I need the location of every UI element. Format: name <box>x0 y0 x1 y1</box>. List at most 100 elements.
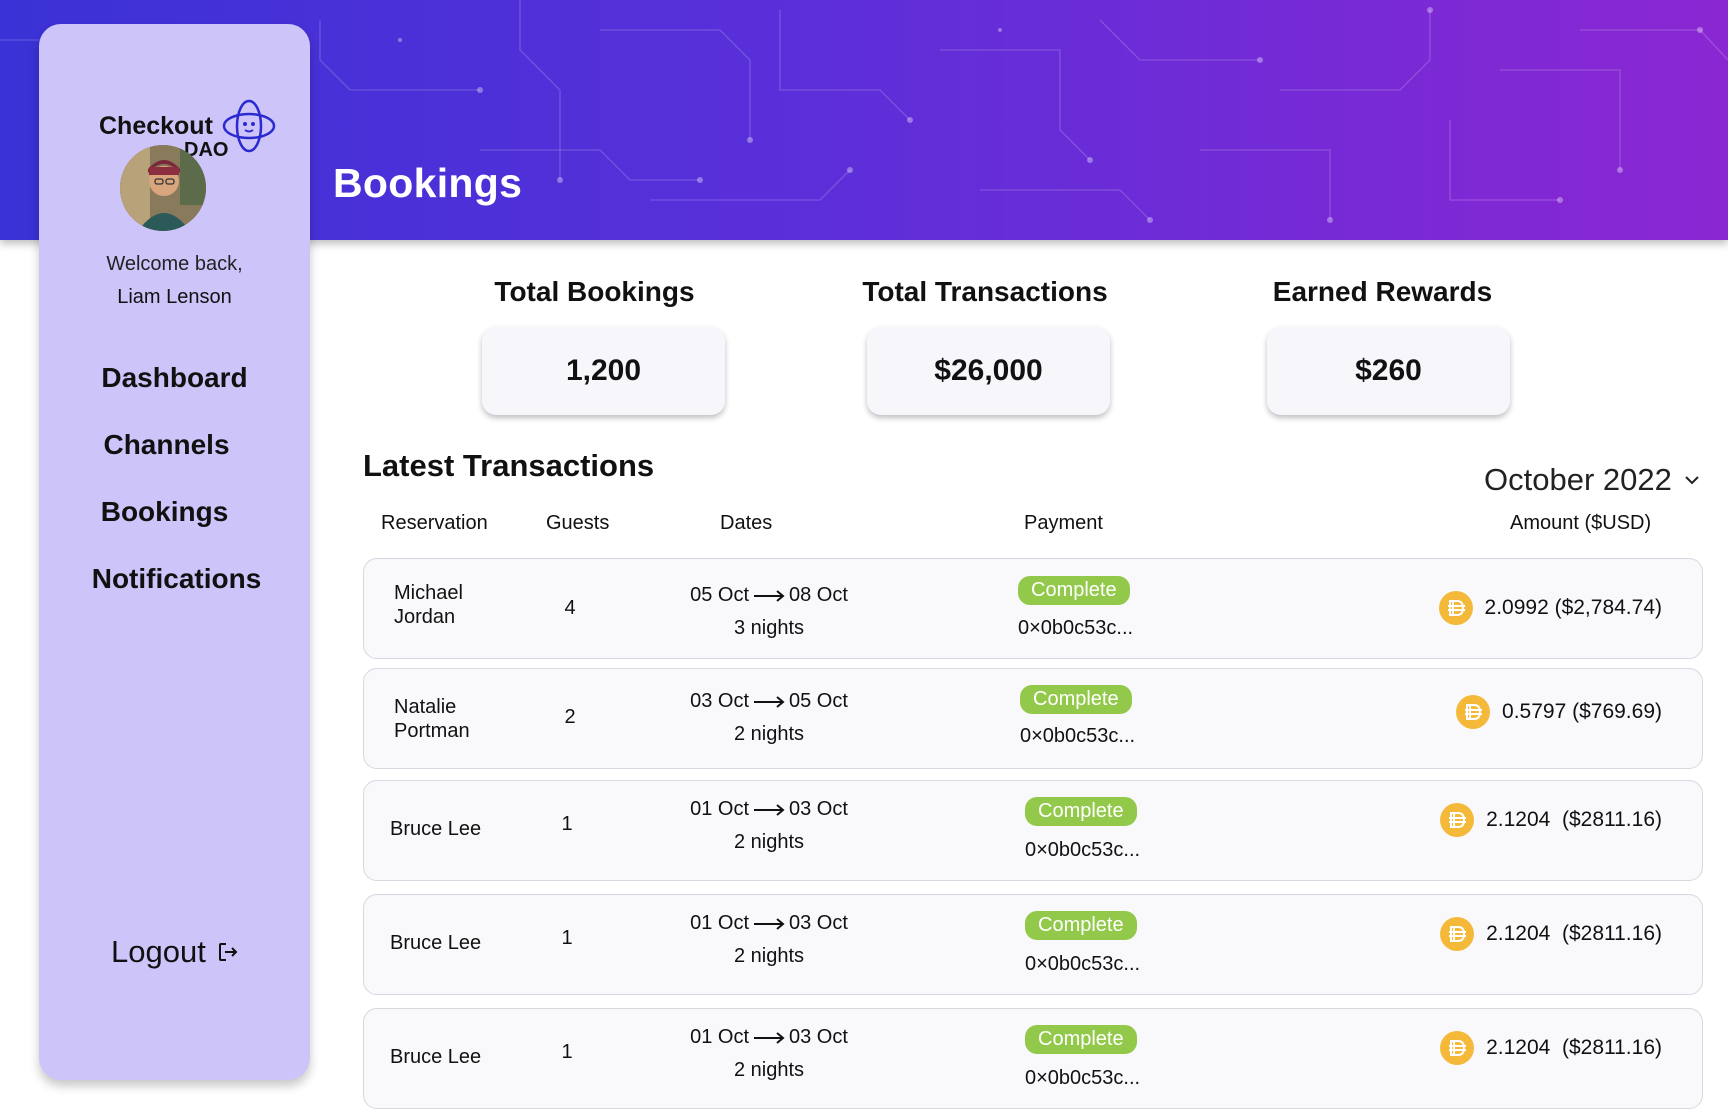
stat-value-total-bookings: 1,200 <box>565 354 642 387</box>
month-selector[interactable]: October 2022 <box>1484 462 1700 498</box>
date-to: 08 Oct <box>789 584 848 606</box>
amount-value: 2.1204 ($2811.16) <box>1486 1036 1662 1059</box>
dai-coin-icon <box>1456 695 1491 729</box>
stat-card-earned-rewards: $260 <box>1267 327 1510 415</box>
guest-count: 1 <box>561 927 573 949</box>
reservation-last-name: Portman <box>394 720 470 742</box>
status-badge: Complete <box>1020 685 1132 714</box>
logo-text: Checkout <box>99 112 213 140</box>
table-row[interactable]: Michael Jordan 4 05 Oct 08 Oct 3 nights C… <box>363 558 1703 659</box>
date-to: 03 Oct <box>789 798 848 820</box>
column-header-amount: Amount ($USD) <box>1510 512 1652 534</box>
table-row[interactable]: Natalie Portman 2 03 Oct 05 Oct 2 nights … <box>363 668 1703 769</box>
nights: 2 nights <box>733 945 805 967</box>
reservation-first-name: Bruce Lee <box>390 818 482 840</box>
transaction-hash[interactable]: 0×0b0c53c... <box>1025 1067 1140 1090</box>
reservation-name: Bruce Lee <box>390 1045 530 1069</box>
amount: 2.1204 ($2811.16) <box>1440 917 1662 951</box>
date-range: 01 Oct 03 Oct 2 nights <box>669 793 869 859</box>
status-badge: Complete <box>1025 797 1137 826</box>
sidebar: Checkout DAO Welcome back, Liam Lenson D… <box>39 24 310 1080</box>
status-badge: Complete <box>1025 911 1137 940</box>
amount-value: 0.5797 ($769.69) <box>1502 700 1662 723</box>
amount-value: 2.1204 ($2811.16) <box>1486 922 1662 945</box>
sidebar-item-notifications[interactable]: Notifications <box>41 563 312 595</box>
reservation-first-name: Bruce Lee <box>390 932 482 954</box>
arrow-right-icon <box>754 695 785 708</box>
nights: 2 nights <box>733 723 805 745</box>
status-badge: Complete <box>1025 1025 1137 1054</box>
logout-label: Logout <box>111 934 206 969</box>
month-value: October 2022 <box>1484 462 1672 497</box>
column-header-dates: Dates <box>720 512 773 534</box>
date-range: 03 Oct 05 Oct 2 nights <box>669 685 869 751</box>
reservation-last-name: Jordan <box>394 606 456 628</box>
date-from: 05 Oct <box>690 584 749 606</box>
nights: 2 nights <box>733 831 805 853</box>
avatar[interactable] <box>120 145 206 231</box>
amount: 2.1204 ($2811.16) <box>1440 803 1662 837</box>
stat-card-total-bookings: 1,200 <box>482 327 725 415</box>
reservation-name: Bruce Lee <box>390 931 530 955</box>
amount: 2.0992 ($2,784.74) <box>1438 591 1662 625</box>
chevron-down-icon <box>1685 476 1699 485</box>
amount: 2.1204 ($2811.16) <box>1440 1031 1662 1065</box>
dai-coin-icon <box>1440 803 1475 837</box>
date-from: 01 Oct <box>690 912 749 934</box>
nights: 3 nights <box>733 617 805 639</box>
transaction-hash[interactable]: 0×0b0c53c... <box>1018 617 1133 640</box>
date-range: 01 Oct 03 Oct 2 nights <box>669 907 869 973</box>
sidebar-item-bookings[interactable]: Bookings <box>29 496 300 528</box>
dai-coin-icon <box>1440 917 1475 951</box>
app-logo[interactable]: Checkout DAO <box>99 76 279 161</box>
transaction-hash[interactable]: 0×0b0c53c... <box>1020 725 1135 748</box>
date-to: 03 Oct <box>789 1026 848 1048</box>
date-range: 05 Oct 08 Oct 3 nights <box>669 579 869 645</box>
transaction-hash[interactable]: 0×0b0c53c... <box>1025 839 1140 862</box>
stat-card-total-transactions: $26,000 <box>867 327 1110 415</box>
guest-count: 2 <box>564 706 576 728</box>
table-row[interactable]: Bruce Lee 1 01 Oct 03 Oct 2 nights Comple… <box>363 780 1703 881</box>
dai-coin-icon <box>1438 591 1473 625</box>
amount-value: 2.1204 ($2811.16) <box>1486 808 1662 831</box>
date-from: 01 Oct <box>690 798 749 820</box>
status-badge: Complete <box>1018 576 1130 605</box>
reservation-name: Bruce Lee <box>390 817 530 841</box>
logout-button[interactable]: Logout <box>111 934 240 970</box>
user-name: Liam Lenson <box>117 286 232 308</box>
guest-count: 1 <box>561 813 573 835</box>
stat-value-total-transactions: $26,000 <box>934 354 1043 387</box>
column-header-reservation: Reservation <box>381 512 488 534</box>
page-title: Bookings <box>333 160 523 206</box>
section-title: Latest Transactions <box>363 448 655 483</box>
sidebar-item-dashboard[interactable]: Dashboard <box>39 362 310 394</box>
date-range: 01 Oct 03 Oct 2 nights <box>669 1021 869 1087</box>
column-header-payment: Payment <box>1024 512 1103 534</box>
reservation-name: Michael Jordan <box>394 581 534 629</box>
date-from: 01 Oct <box>690 1026 749 1048</box>
stat-label-earned-rewards: Earned Rewards <box>1272 276 1493 307</box>
guest-count: 4 <box>564 597 576 619</box>
arrow-right-icon <box>754 803 785 816</box>
date-from: 03 Oct <box>690 690 749 712</box>
dao-orbit-icon <box>222 99 276 153</box>
logout-icon <box>218 943 238 961</box>
table-row[interactable]: Bruce Lee 1 01 Oct 03 Oct 2 nights Comple… <box>363 894 1703 995</box>
reservation-first-name: Bruce Lee <box>390 1046 482 1068</box>
date-to: 03 Oct <box>789 912 848 934</box>
transaction-hash[interactable]: 0×0b0c53c... <box>1025 953 1140 976</box>
arrow-right-icon <box>754 917 785 930</box>
stat-value-earned-rewards: $260 <box>1355 354 1422 387</box>
table-row[interactable]: Bruce Lee 1 01 Oct 03 Oct 2 nights Comple… <box>363 1008 1703 1109</box>
avatar-photo <box>120 145 206 231</box>
welcome-text: Welcome back, <box>106 253 243 275</box>
reservation-first-name: Michael <box>394 582 463 604</box>
reservation-name: Natalie Portman <box>394 695 534 743</box>
sidebar-item-channels[interactable]: Channels <box>31 429 302 461</box>
amount: 0.5797 ($769.69) <box>1456 695 1662 729</box>
stat-label-total-bookings: Total Bookings <box>494 276 695 307</box>
dai-coin-icon <box>1440 1031 1475 1065</box>
amount-value: 2.0992 ($2,784.74) <box>1484 596 1662 619</box>
date-to: 05 Oct <box>789 690 848 712</box>
nights: 2 nights <box>733 1059 805 1081</box>
